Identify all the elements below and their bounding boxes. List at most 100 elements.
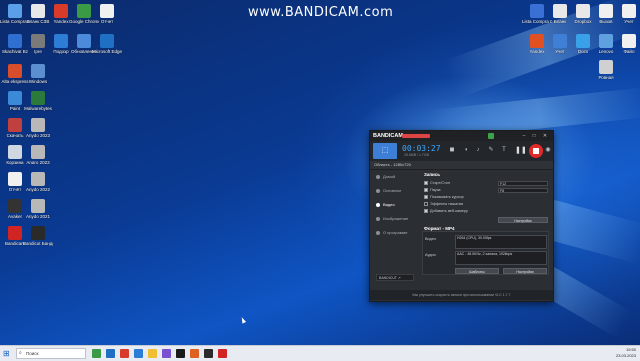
option-row[interactable]: Эффекты нажатия: [424, 201, 463, 207]
bandicam-window[interactable]: BANDICAM – □ ✕ ⬚ 00:03:27 25.6MB / 1.7GB…: [369, 130, 554, 302]
audio-codec-field[interactable]: AAC - 48.0KHz, 2 канала, 192kbps: [455, 251, 547, 265]
bandicam-watermark: www.BANDICAM.com: [248, 5, 394, 20]
desktop: www.BANDICAM.com Lista Compra SejuruБлан…: [0, 0, 640, 345]
sidebar-item[interactable]: Основное: [370, 184, 420, 198]
taskbar-app-icon[interactable]: [162, 349, 171, 358]
desktop-icon[interactable]: Anaro 2023: [23, 145, 53, 165]
format-settings-button[interactable]: Настройки: [503, 268, 547, 274]
bandicam-logo: BANDICAM: [373, 133, 403, 139]
hotkey-field[interactable]: F8: [498, 187, 548, 193]
speaker-icon[interactable]: ◖: [462, 146, 470, 154]
mouse-cursor: [239, 316, 247, 324]
taskbar-app-icon[interactable]: [204, 349, 213, 358]
option-checkbox[interactable]: [424, 188, 428, 192]
taskbar-app-icon[interactable]: [134, 349, 143, 358]
upgrade-badge[interactable]: [402, 134, 430, 138]
taskbar-search-input[interactable]: ⌕ Поиск: [16, 348, 86, 359]
system-clock[interactable]: 19:50 23.03.2023: [616, 347, 636, 359]
desktop-icon[interactable]: Windows: [23, 64, 53, 84]
sidebar-item-icon: [376, 202, 380, 207]
desktop-icon[interactable]: Anydo 2021: [23, 199, 53, 219]
app-icon: [31, 226, 45, 240]
taskbar-app-icon[interactable]: [92, 349, 101, 358]
option-label: Добавить веб-камеру: [430, 209, 468, 213]
desktop-icon[interactable]: Anydo 2023: [23, 118, 53, 138]
sidebar-item[interactable]: Домой: [370, 170, 420, 184]
app-icon: [622, 34, 636, 48]
minimize-icon[interactable]: –: [521, 133, 527, 139]
taskbar-app-icon[interactable]: [120, 349, 129, 358]
app-icon: [54, 4, 68, 18]
sidebar-item-label: Изображение: [383, 216, 409, 221]
sidebar-item[interactable]: О программе: [370, 226, 420, 240]
option-row[interactable]: Добавить веб-камеру: [424, 208, 468, 214]
option-checkbox[interactable]: [424, 209, 428, 213]
desktop-icon[interactable]: Файл: [614, 34, 640, 54]
record-settings-button[interactable]: Настройки: [498, 217, 548, 223]
app-icon: [100, 4, 114, 18]
hotkey-field[interactable]: F12: [498, 180, 548, 186]
sidebar-item[interactable]: Видео: [370, 198, 420, 212]
app-icon: [530, 34, 544, 48]
taskbar-app-icon[interactable]: [106, 349, 115, 358]
pen-icon[interactable]: ✎: [487, 146, 495, 154]
sidebar: Домой Основное Видео Изображение О программе…: [370, 170, 420, 288]
option-row[interactable]: Старт/Стоп: [424, 180, 450, 186]
text-icon[interactable]: T: [500, 146, 508, 154]
app-icon: [576, 34, 590, 48]
app-icon: [31, 4, 45, 18]
stop-record-button[interactable]: [529, 144, 543, 158]
desktop-icon[interactable]: Ровная: [591, 60, 621, 80]
app-icon: [8, 199, 22, 213]
option-label: Показывать курсор: [430, 195, 464, 199]
taskbar-app-icon[interactable]: [148, 349, 157, 358]
camera-icon[interactable]: ◉: [544, 146, 552, 154]
app-icon: [599, 34, 613, 48]
taskbar-app-icon[interactable]: [176, 349, 185, 358]
taskbar-app-icon[interactable]: [190, 349, 199, 358]
desktop-icon-label: Anydo 2022: [25, 187, 51, 192]
app-icon: [599, 4, 613, 18]
bandicut-button[interactable]: BANDICUT ↗: [376, 274, 414, 281]
mode-bar[interactable]: Область - 1280x720: [370, 161, 553, 170]
pause-button[interactable]: ❚❚: [515, 146, 527, 154]
sidebar-item[interactable]: Изображение: [370, 212, 420, 226]
desktop-icon[interactable]: Bandicut Бандикат: [23, 226, 53, 246]
desktop-icon[interactable]: Anydo 2022: [23, 172, 53, 192]
presets-button[interactable]: Шаблоны: [455, 268, 499, 274]
webcam-icon[interactable]: ◼: [448, 146, 456, 154]
app-icon: [31, 34, 45, 48]
status-bar[interactable]: Как улучшить скорость записи при использ…: [370, 290, 553, 300]
option-checkbox[interactable]: [424, 202, 428, 206]
desktop-icon[interactable]: Malwarebytes: [23, 91, 53, 111]
app-icon: [622, 4, 636, 18]
app-icon: [77, 34, 91, 48]
video-codec-field[interactable]: H264 (CPU), 30.00fps: [455, 235, 547, 249]
app-icon: [31, 118, 45, 132]
option-checkbox[interactable]: [424, 181, 428, 185]
rectangle-mode-button[interactable]: ⬚: [373, 143, 397, 159]
desktop-icon[interactable]: Учет: [614, 4, 640, 24]
option-checkbox[interactable]: [424, 195, 428, 199]
app-icon: [530, 4, 544, 18]
app-icon: [31, 64, 45, 78]
titlebar[interactable]: BANDICAM – □ ✕: [370, 131, 553, 141]
sidebar-item-label: Домой: [383, 174, 396, 179]
video-settings-panel: Запись Старт/Стоп F12 Пауза F8 Показывать ку…: [422, 170, 550, 288]
desktop-icon[interactable]: Microsoft Edge: [92, 34, 122, 54]
app-icon: [553, 34, 567, 48]
app-icon: [31, 91, 45, 105]
app-icon: [77, 4, 91, 18]
option-row[interactable]: Пауза: [424, 187, 441, 193]
option-row[interactable]: Показывать курсор: [424, 194, 464, 200]
microphone-icon[interactable]: ♪: [474, 146, 482, 154]
windows-start-icon[interactable]: ⊞: [3, 349, 12, 358]
lock-icon[interactable]: [488, 133, 494, 139]
desktop-icon-label: Anaro 2023: [26, 160, 50, 165]
maximize-icon[interactable]: □: [531, 133, 537, 139]
app-icon: [576, 4, 590, 18]
close-icon[interactable]: ✕: [542, 133, 548, 139]
taskbar-app-icon[interactable]: [218, 349, 227, 358]
desktop-icon[interactable]: Отчет: [92, 4, 122, 24]
desktop-icon-label: Windows: [28, 79, 48, 84]
